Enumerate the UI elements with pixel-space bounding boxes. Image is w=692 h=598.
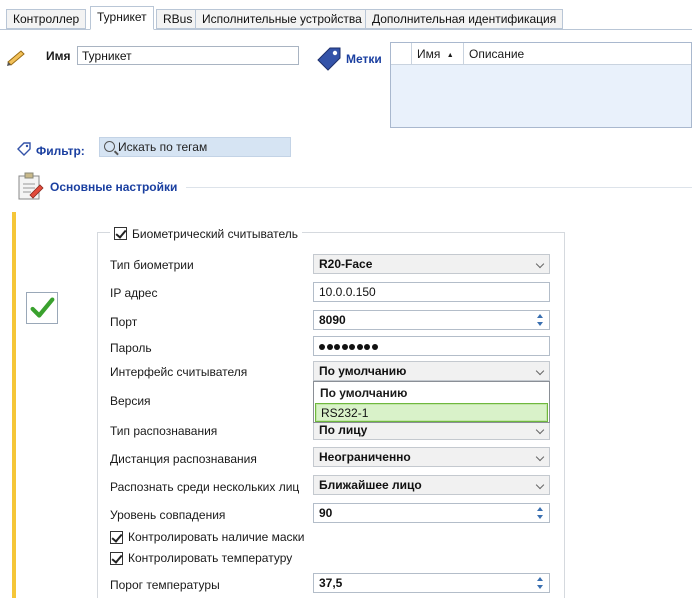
- column-header-name[interactable]: Имя ▲: [411, 43, 463, 65]
- port-label: Порт: [110, 315, 138, 329]
- section-accent-bar: [12, 212, 16, 598]
- settings-title: Основные настройки: [50, 180, 178, 194]
- name-input[interactable]: [77, 46, 299, 65]
- dropdown-option-default[interactable]: По умолчанию: [315, 384, 548, 403]
- search-icon: [104, 141, 115, 152]
- green-check-icon: [30, 297, 55, 318]
- biometric-reader-checkbox[interactable]: [114, 227, 127, 240]
- reader-interface-dropdown[interactable]: По умолчанию RS232-1: [313, 381, 550, 423]
- filter-label: Фильтр:: [36, 144, 85, 158]
- multi-face-label: Распознать среди нескольких лиц: [110, 480, 300, 494]
- filter-tag-icon: [17, 142, 31, 156]
- chevron-down-icon: [535, 480, 545, 490]
- temperature-threshold-stepper[interactable]: 37,5: [313, 573, 550, 593]
- chevron-down-icon: [535, 425, 545, 435]
- match-level-label: Уровень совпадения: [110, 508, 226, 522]
- tags-label: Метки: [346, 52, 382, 66]
- chevron-down-icon: [535, 259, 545, 269]
- sort-asc-icon: ▲: [446, 52, 454, 59]
- password-input[interactable]: [313, 336, 550, 356]
- status-check-box: [26, 292, 58, 324]
- tab-actuators[interactable]: Исполнительные устройства: [195, 9, 369, 29]
- mask-control-toggle[interactable]: Контролировать наличие маски: [110, 530, 305, 544]
- version-label: Версия: [110, 394, 151, 408]
- temperature-control-checkbox[interactable]: [110, 551, 123, 565]
- tags-grid[interactable]: Имя ▲ Описание: [390, 42, 692, 128]
- reader-interface-label: Интерфейс считывателя: [110, 365, 248, 379]
- name-label: Имя: [46, 49, 71, 63]
- spin-arrows-icon[interactable]: [536, 313, 544, 327]
- tab-additional-identification[interactable]: Дополнительная идентификация: [365, 9, 564, 29]
- password-label: Пароль: [110, 341, 152, 355]
- temperature-threshold-label: Порог температуры: [110, 578, 220, 592]
- recognition-distance-select[interactable]: Неограниченно: [313, 447, 550, 467]
- match-level-stepper[interactable]: 90: [313, 503, 550, 523]
- recognition-distance-label: Дистанция распознавания: [110, 452, 257, 466]
- biometry-type-select[interactable]: R20-Face: [313, 254, 550, 274]
- biometry-type-label: Тип биометрии: [110, 258, 194, 272]
- tab-bar: Контроллер Турникет RBus Исполнительные …: [0, 0, 692, 30]
- ip-address-label: IP адрес: [110, 286, 158, 300]
- multi-face-select[interactable]: Ближайшее лицо: [313, 475, 550, 495]
- recognition-type-select[interactable]: По лицу: [313, 420, 550, 440]
- spin-arrows-icon[interactable]: [536, 576, 544, 590]
- settings-clipboard-icon: [18, 172, 44, 200]
- reader-interface-select[interactable]: По умолчанию: [313, 361, 550, 381]
- temperature-control-toggle[interactable]: Контролировать температуру: [110, 551, 292, 565]
- tab-turnstile[interactable]: Турникет: [90, 6, 154, 30]
- port-stepper[interactable]: 8090: [313, 310, 550, 330]
- ip-address-input[interactable]: 10.0.0.150: [313, 282, 550, 302]
- settings-divider: [186, 187, 692, 188]
- pencil-icon: [7, 50, 25, 66]
- column-header-description[interactable]: Описание: [463, 43, 692, 65]
- chevron-down-icon: [535, 366, 545, 376]
- tab-rbus[interactable]: RBus: [156, 9, 200, 29]
- tags-grid-header: Имя ▲ Описание: [391, 43, 691, 65]
- spin-arrows-icon[interactable]: [536, 506, 544, 520]
- mask-control-checkbox[interactable]: [110, 530, 123, 544]
- recognition-type-label: Тип распознавания: [110, 424, 218, 438]
- tab-controller[interactable]: Контроллер: [6, 9, 87, 29]
- chevron-down-icon: [535, 452, 545, 462]
- dropdown-option-rs232-1[interactable]: RS232-1: [315, 403, 548, 422]
- biometric-reader-toggle[interactable]: Биометрический считыватель: [110, 225, 303, 242]
- tag-icon: [317, 47, 341, 71]
- password-mask: [319, 337, 379, 355]
- tag-search-input[interactable]: Искать по тегам: [99, 137, 291, 157]
